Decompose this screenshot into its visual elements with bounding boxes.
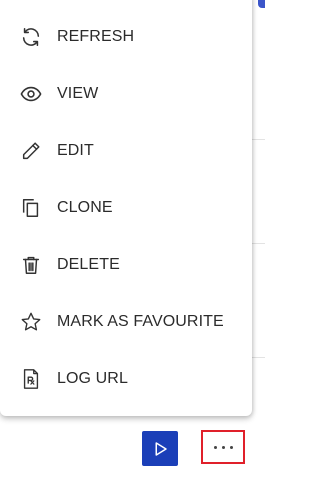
background-divider — [252, 243, 265, 244]
menu-item-label: VIEW — [57, 84, 99, 102]
play-icon — [155, 441, 167, 456]
more-options-icon — [213, 445, 217, 449]
menu-item-edit[interactable]: EDIT — [0, 122, 252, 179]
background-accent — [258, 0, 265, 8]
background-divider — [252, 139, 265, 140]
trash-icon — [20, 254, 42, 276]
background-divider — [252, 357, 265, 358]
more-options-icon — [229, 445, 233, 449]
menu-item-refresh[interactable]: REFRESH — [0, 8, 252, 65]
menu-item-label: DELETE — [57, 255, 120, 273]
menu-item-label: CLONE — [57, 198, 113, 216]
more-options-icon — [221, 445, 225, 449]
menu-item-label: EDIT — [57, 141, 94, 159]
context-menu: REFRESH VIEW EDIT CLONE DELETE MARK AS F… — [0, 0, 252, 416]
more-options-button[interactable] — [201, 430, 245, 464]
star-icon — [20, 311, 42, 333]
menu-item-view[interactable]: VIEW — [0, 65, 252, 122]
menu-item-label: REFRESH — [57, 27, 135, 45]
eye-icon — [20, 83, 42, 105]
menu-item-clone[interactable]: CLONE — [0, 179, 252, 236]
pencil-icon — [20, 140, 42, 162]
menu-item-label: LOG URL — [57, 369, 128, 387]
menu-item-mark-as-favourite[interactable]: MARK AS FAVOURITE — [0, 293, 252, 350]
menu-item-delete[interactable]: DELETE — [0, 236, 252, 293]
menu-item-label: MARK AS FAVOURITE — [57, 312, 224, 330]
clone-icon — [20, 197, 42, 219]
refresh-icon — [20, 26, 42, 48]
play-button[interactable] — [142, 431, 178, 466]
menu-item-log-url[interactable]: LOG URL — [0, 350, 252, 407]
prescription-document-icon — [20, 368, 42, 390]
